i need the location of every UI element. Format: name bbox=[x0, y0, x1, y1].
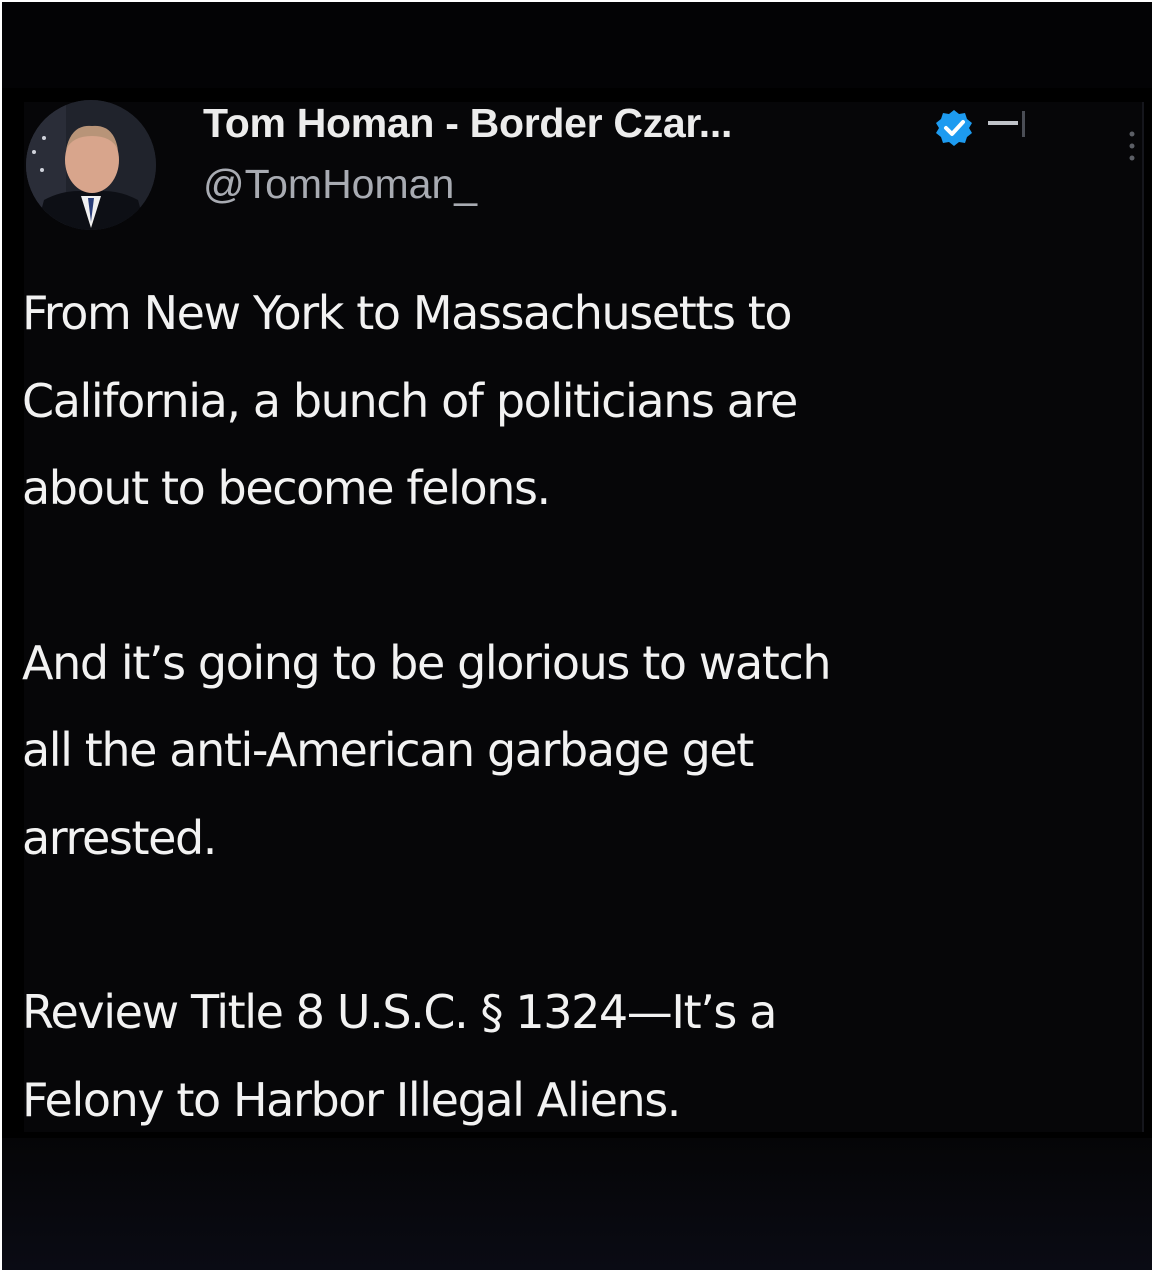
author-handle[interactable]: @TomHoman_ bbox=[203, 161, 477, 208]
post-paragraph: Review Title 8 U.S.C. § 1324—It’s a Felo… bbox=[22, 985, 777, 1127]
more-options-icon[interactable] bbox=[1125, 128, 1139, 168]
post-paragraph: And it’s going to be glorious to watch a… bbox=[22, 635, 831, 865]
verified-badge-icon bbox=[936, 110, 972, 146]
author-display-name[interactable]: Tom Homan - Border Czar... bbox=[203, 100, 732, 147]
profile-photo-icon[interactable] bbox=[26, 100, 156, 230]
bottom-band bbox=[2, 1138, 1152, 1270]
avatar-image bbox=[26, 100, 156, 230]
top-band bbox=[2, 2, 1152, 88]
dash-icon bbox=[988, 111, 1025, 137]
post-paragraph: From New York to Massachusetts to Califo… bbox=[22, 286, 798, 515]
post-text: From New York to Massachusetts to Califo… bbox=[22, 270, 1142, 1144]
